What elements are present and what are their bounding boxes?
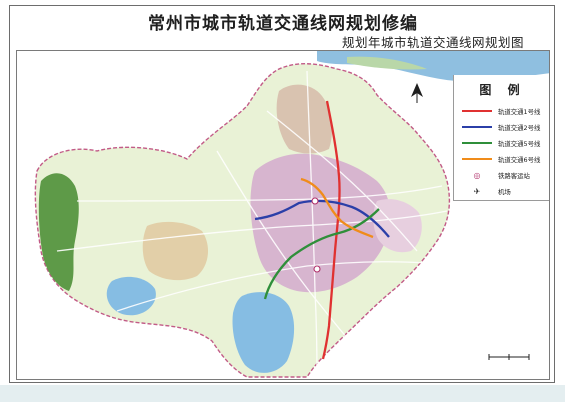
legend-item-rail-station: ◎ 铁路客运站 xyxy=(462,169,530,181)
bottom-strip xyxy=(0,385,565,402)
legend-swatch xyxy=(462,110,492,112)
north-arrow-icon xyxy=(411,83,423,103)
legend-item-line-5: 轨道交通5号线 xyxy=(462,137,540,149)
page-title: 常州市城市轨道交通线网规划修编 xyxy=(148,14,418,34)
legend-label: 轨道交通1号线 xyxy=(498,107,541,116)
western-hills xyxy=(38,173,79,291)
rail-station-icon: ◎ xyxy=(473,170,481,180)
legend-label: 机场 xyxy=(498,187,511,196)
map-subtitle: 规划年城市轨道交通线网规划图 xyxy=(341,35,524,50)
legend-item-line-6: 轨道交通6号线 xyxy=(462,153,540,165)
legend-item-line-1: 轨道交通1号线 xyxy=(462,105,540,117)
scale-bar xyxy=(488,354,530,360)
legend-panel: 图 例 轨道交通1号线 轨道交通2号线 轨道交通5号线 轨道交通6号线 ◎ 铁路… xyxy=(453,75,549,201)
legend-swatch xyxy=(462,158,492,160)
urban-west xyxy=(142,221,209,281)
legend-label: 轨道交通5号线 xyxy=(498,139,541,148)
map-frame[interactable]: 图 例 轨道交通1号线 轨道交通2号线 轨道交通5号线 轨道交通6号线 ◎ 铁路… xyxy=(16,50,550,380)
legend-item-line-2: 轨道交通2号线 xyxy=(462,121,540,133)
legend-label: 铁路客运站 xyxy=(498,171,530,180)
legend-swatch xyxy=(462,142,492,144)
map-sheet: 常州市城市轨道交通线网规划修编 规划年城市轨道交通线网规划图 图 例 轨道交通1… xyxy=(9,5,555,383)
legend-title: 图 例 xyxy=(479,83,526,97)
legend-label: 轨道交通6号线 xyxy=(498,155,541,164)
legend-swatch xyxy=(462,126,492,128)
airport-icon: ✈ xyxy=(473,186,481,196)
legend-label: 轨道交通2号线 xyxy=(498,123,541,132)
legend-item-airport: ✈ 机场 xyxy=(462,185,511,197)
